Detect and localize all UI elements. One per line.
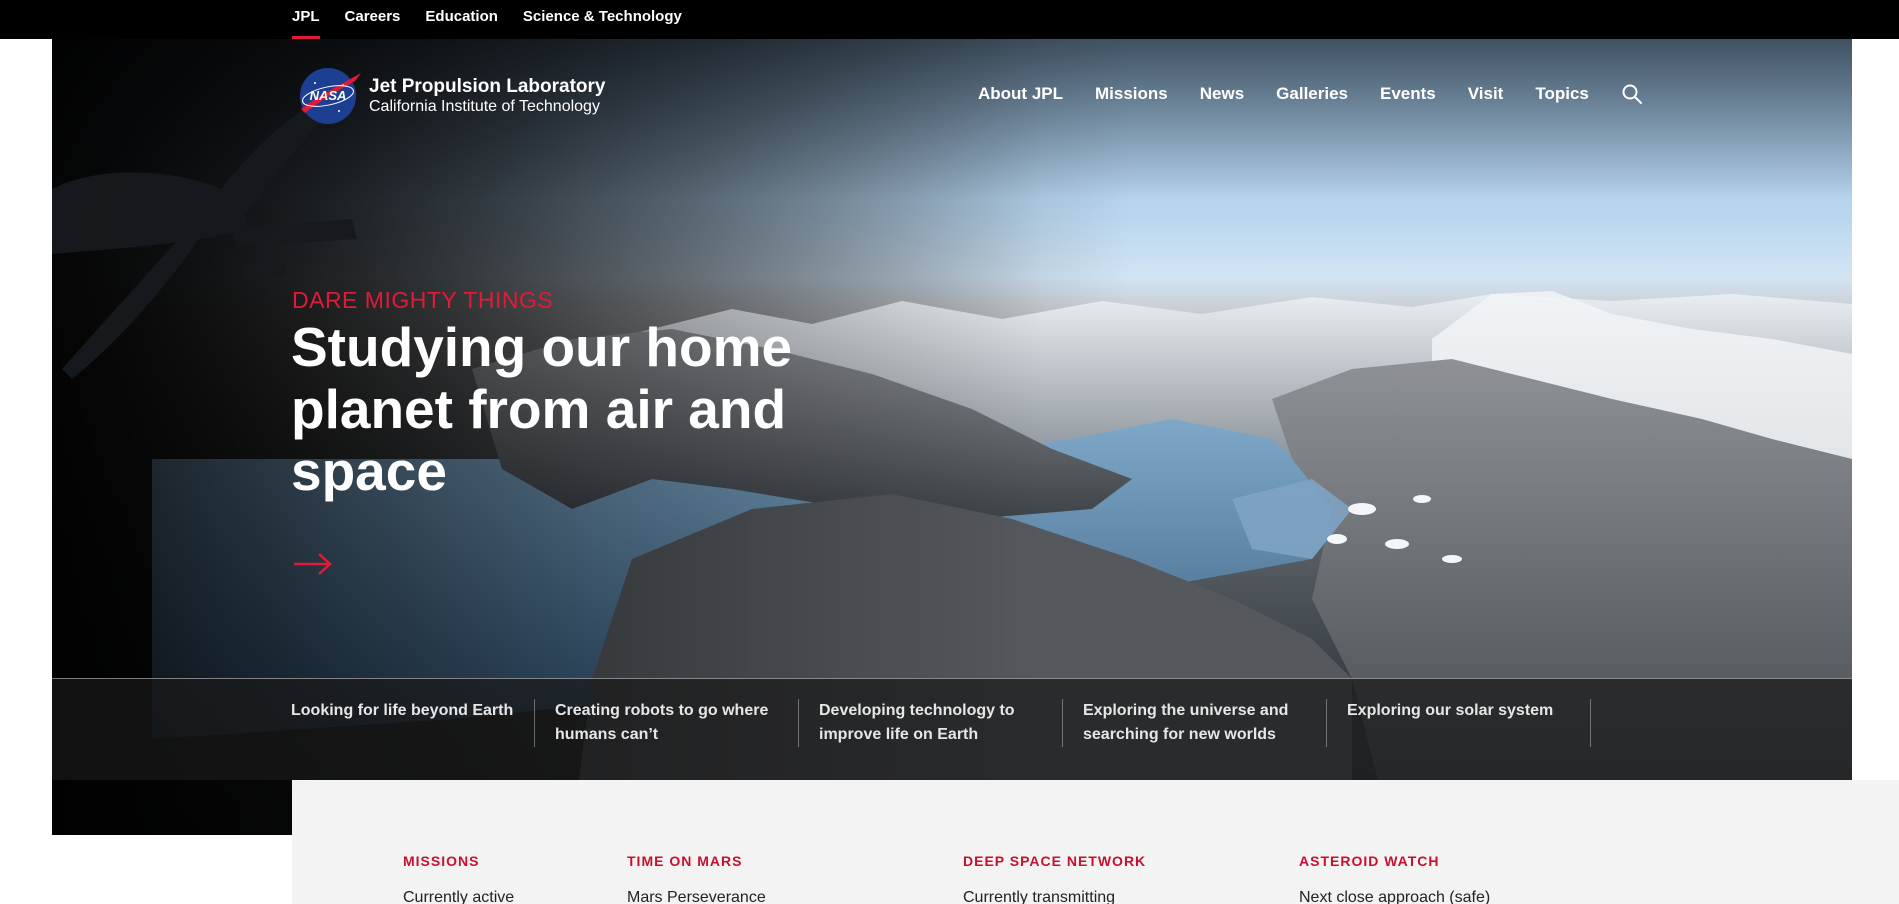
stat-label: DEEP SPACE NETWORK: [963, 853, 1147, 869]
topic-life-beyond-earth[interactable]: Looking for life beyond Earth: [291, 699, 535, 747]
nasa-logo-icon: NASA: [300, 68, 361, 124]
utility-link-careers[interactable]: Careers: [345, 0, 401, 39]
stat-missions[interactable]: MISSIONS Currently active: [403, 853, 514, 904]
nav-item-galleries[interactable]: Galleries: [1276, 84, 1348, 104]
stats-panel: MISSIONS Currently active TIME ON MARS M…: [292, 780, 1899, 904]
topic-solar-system[interactable]: Exploring our solar system: [1327, 699, 1591, 747]
stat-value: Mars Perseverance: [627, 889, 766, 904]
nav-item-events[interactable]: Events: [1380, 84, 1436, 104]
utility-link-education[interactable]: Education: [425, 0, 498, 39]
nav-item-topics[interactable]: Topics: [1535, 84, 1589, 104]
hero-banner: NASA Jet Propulsion Laboratory Californi…: [52, 39, 1852, 835]
hero-eyebrow: DARE MIGHTY THINGS: [292, 287, 554, 313]
stat-label: ASTEROID WATCH: [1299, 853, 1440, 869]
main-nav: About JPL Missions News Galleries Events…: [978, 83, 1643, 105]
hero-headline[interactable]: Studying our home planet from air and sp…: [291, 316, 851, 502]
stat-time-on-mars[interactable]: TIME ON MARS Mars Perseverance: [627, 853, 766, 904]
stat-deep-space-network[interactable]: DEEP SPACE NETWORK Currently transmittin…: [963, 853, 1146, 904]
arrow-right-icon[interactable]: [292, 552, 334, 576]
topic-technology[interactable]: Developing technology to improve life on…: [799, 699, 1063, 747]
stat-value: Next close approach (safe): [1299, 889, 1491, 904]
stat-value: Currently transmitting: [963, 889, 1116, 904]
nav-item-missions[interactable]: Missions: [1095, 84, 1168, 104]
stat-value: Currently active: [403, 889, 515, 904]
nav-item-news[interactable]: News: [1200, 84, 1244, 104]
utility-link-jpl[interactable]: JPL: [292, 0, 320, 39]
utility-bar: JPL Careers Education Science & Technolo…: [0, 0, 1899, 39]
stat-asteroid-watch[interactable]: ASTEROID WATCH Next close approach (safe…: [1299, 853, 1490, 904]
topic-robots[interactable]: Creating robots to go where humans can’t: [535, 699, 799, 747]
nav-item-about-jpl[interactable]: About JPL: [978, 84, 1063, 104]
topics-strip: Looking for life beyond Earth Creating r…: [52, 678, 1852, 780]
stat-label: TIME ON MARS: [627, 853, 743, 869]
site-logo[interactable]: NASA Jet Propulsion Laboratory Californi…: [295, 65, 605, 127]
topic-universe[interactable]: Exploring the universe and searching for…: [1063, 699, 1327, 747]
brand-subtitle: California Institute of Technology: [369, 97, 600, 115]
nasa-logo-text: NASA: [310, 88, 347, 103]
utility-link-science-technology[interactable]: Science & Technology: [523, 0, 682, 39]
nav-item-visit[interactable]: Visit: [1468, 84, 1504, 104]
brand-text: Jet Propulsion Laboratory California Ins…: [369, 76, 605, 117]
utility-links: JPL Careers Education Science & Technolo…: [292, 0, 682, 39]
brand-title: Jet Propulsion Laboratory: [369, 75, 606, 97]
search-icon[interactable]: [1621, 83, 1643, 105]
stat-label: MISSIONS: [403, 853, 480, 869]
